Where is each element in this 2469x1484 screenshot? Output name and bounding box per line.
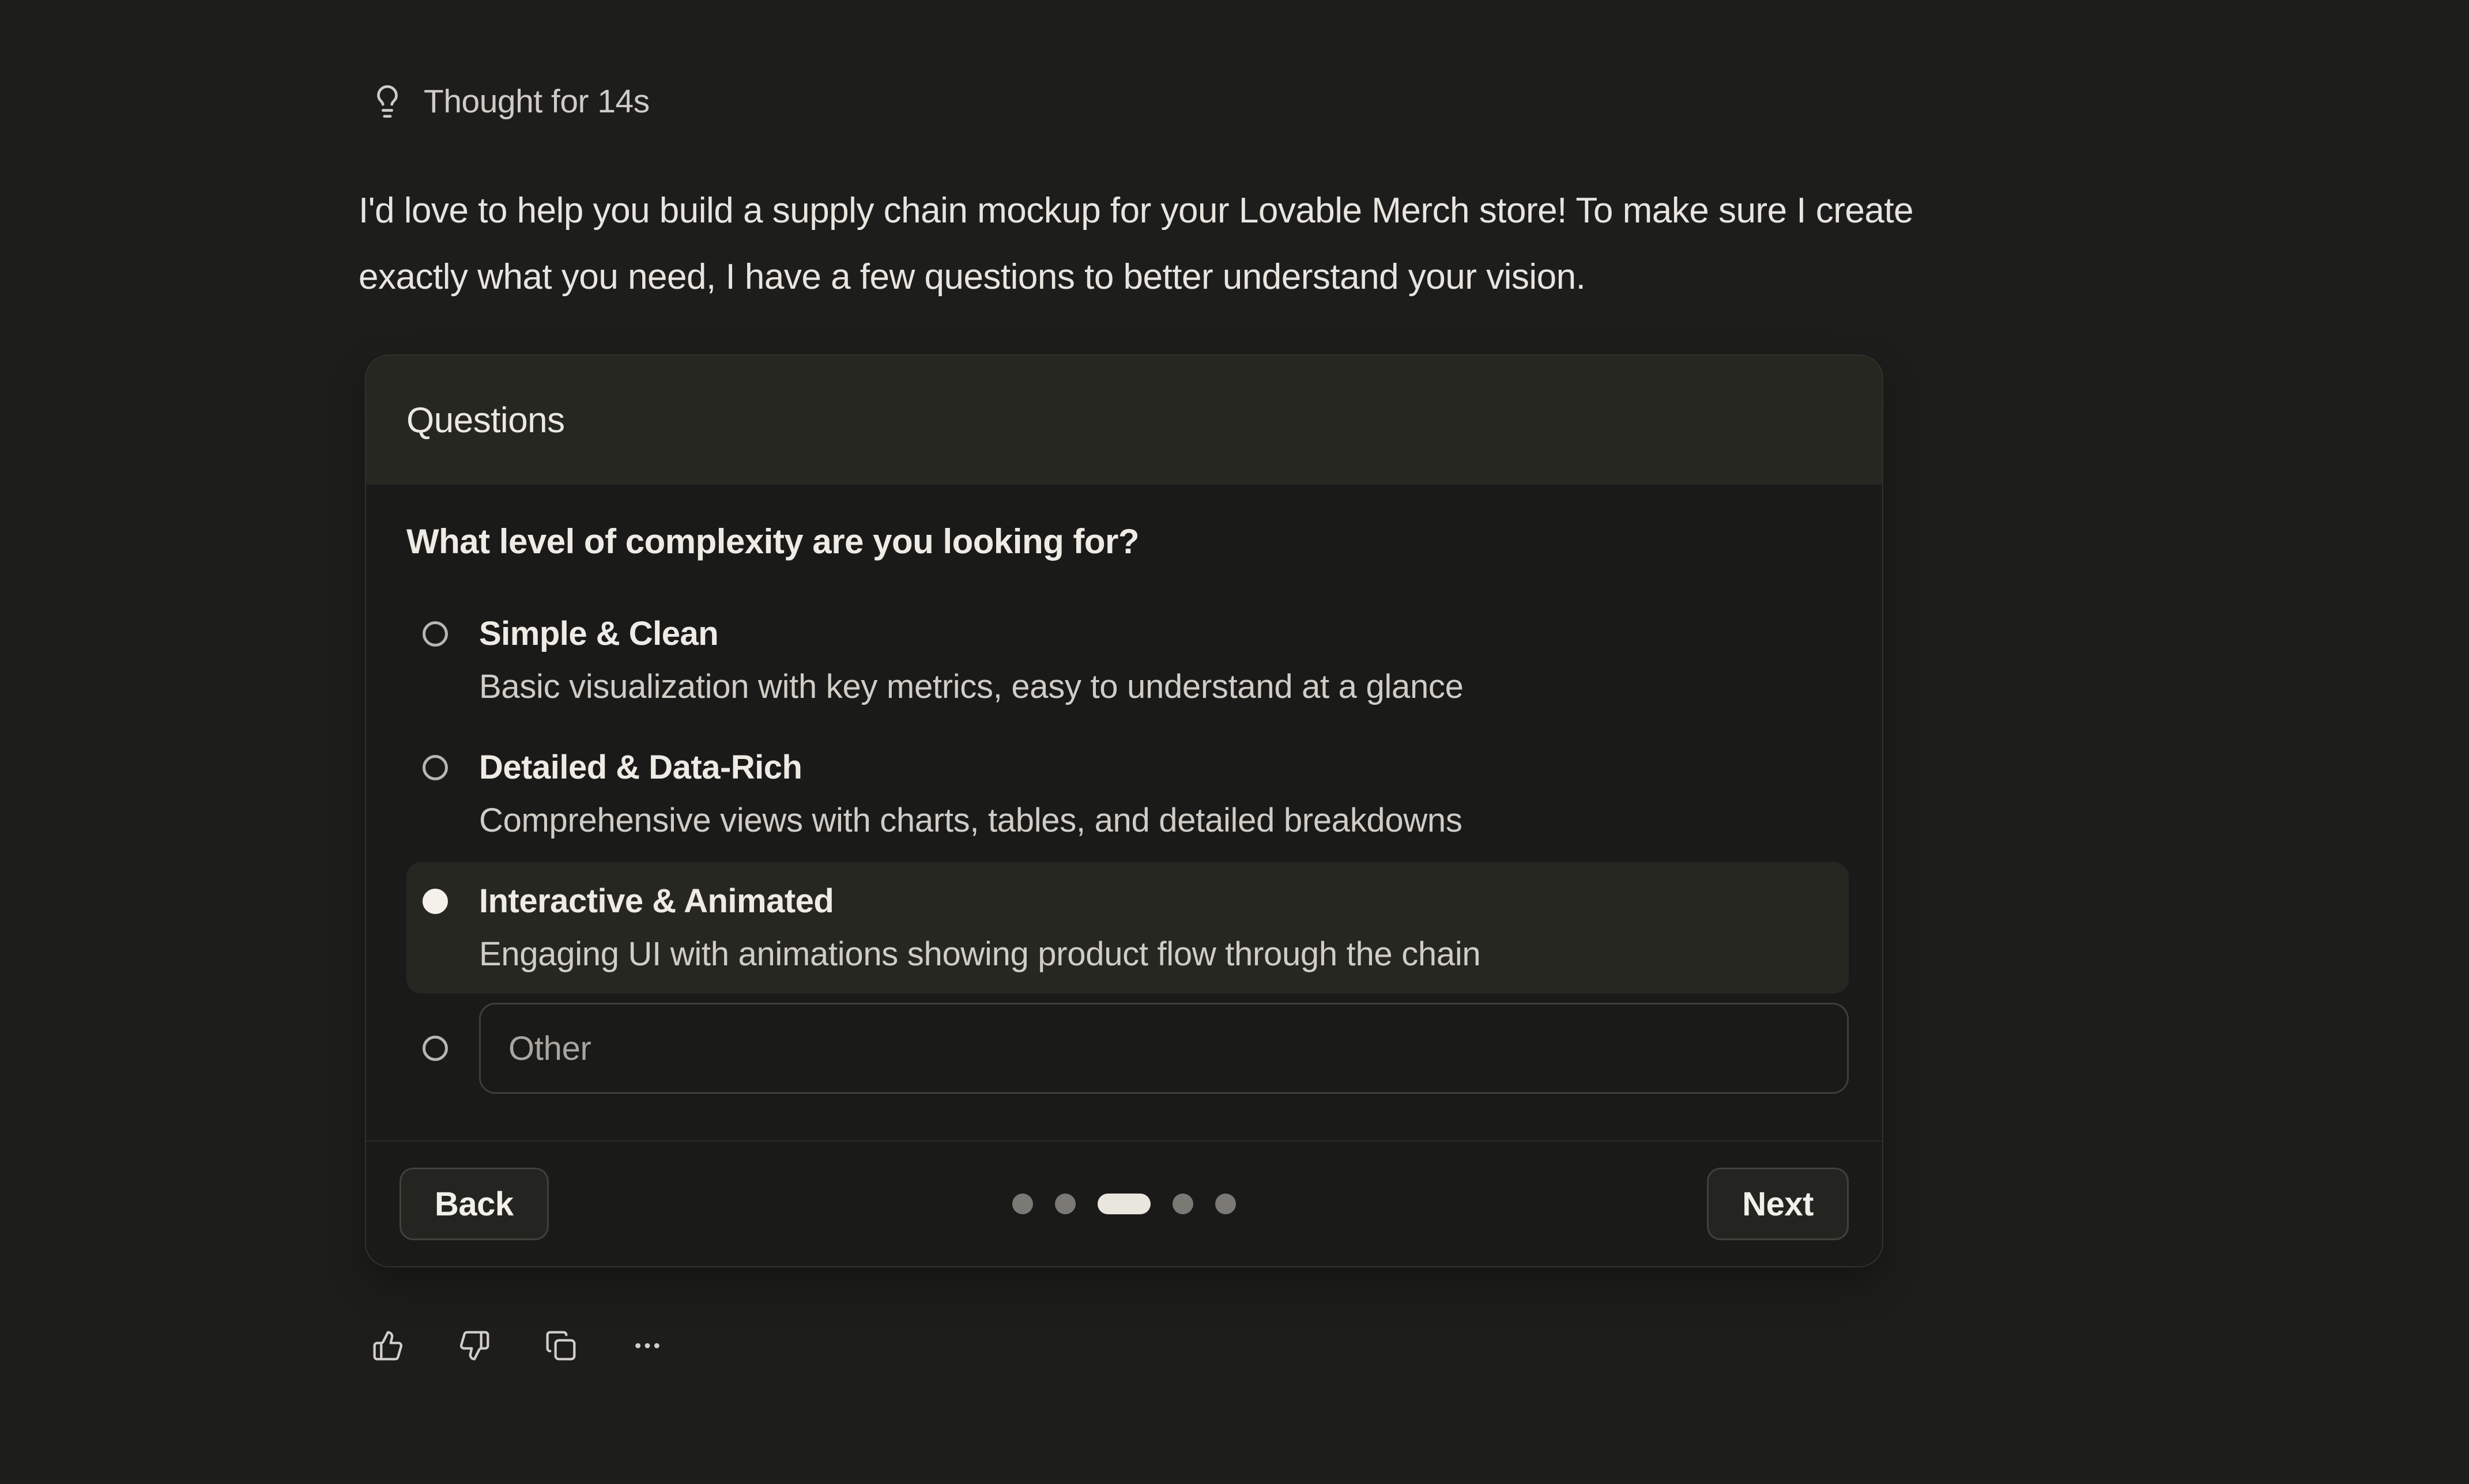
pagination-dot-active bbox=[1098, 1194, 1151, 1214]
next-button[interactable]: Next bbox=[1707, 1168, 1849, 1240]
ellipsis-icon[interactable] bbox=[631, 1330, 664, 1362]
questions-card: Questions What level of complexity are y… bbox=[365, 354, 1883, 1267]
radio-selected-icon[interactable] bbox=[423, 889, 448, 914]
option-simple-clean[interactable]: Simple & Clean Basic visualization with … bbox=[406, 595, 1849, 726]
option-description: Comprehensive views with charts, tables,… bbox=[479, 794, 1462, 847]
pagination-dot bbox=[1012, 1194, 1033, 1214]
options-list: Simple & Clean Basic visualization with … bbox=[406, 595, 1849, 1094]
message-line: I'd love to help you build a supply chai… bbox=[359, 178, 1913, 244]
chat-page: { "colors": { "page_bg": "#1d1d1c", "car… bbox=[0, 0, 2469, 1484]
thought-toggle[interactable]: Thought for 14s bbox=[370, 82, 650, 120]
radio-icon[interactable] bbox=[423, 755, 448, 780]
card-body: What level of complexity are you looking… bbox=[366, 485, 1882, 1094]
option-description: Engaging UI with animations showing prod… bbox=[479, 928, 1480, 981]
pagination-dot bbox=[1215, 1194, 1236, 1214]
option-other[interactable] bbox=[406, 996, 1849, 1094]
option-interactive-animated[interactable]: Interactive & Animated Engaging UI with … bbox=[406, 862, 1849, 994]
pagination-dot bbox=[1173, 1194, 1193, 1214]
assistant-message: I'd love to help you build a supply chai… bbox=[359, 178, 1913, 310]
question-heading: What level of complexity are you looking… bbox=[406, 522, 1849, 561]
other-input[interactable] bbox=[479, 1003, 1849, 1094]
option-title: Detailed & Data-Rich bbox=[479, 741, 1462, 794]
card-footer: Back Next bbox=[366, 1141, 1882, 1266]
pagination-dot bbox=[1055, 1194, 1076, 1214]
option-detailed-data-rich[interactable]: Detailed & Data-Rich Comprehensive views… bbox=[406, 728, 1849, 860]
option-title: Interactive & Animated bbox=[479, 875, 1480, 928]
thumbs-up-icon[interactable] bbox=[372, 1330, 404, 1362]
message-actions bbox=[372, 1330, 664, 1362]
radio-icon[interactable] bbox=[423, 621, 448, 647]
thumbs-down-icon[interactable] bbox=[458, 1330, 491, 1362]
lightbulb-icon bbox=[370, 84, 405, 119]
thought-label: Thought for 14s bbox=[424, 82, 650, 120]
option-description: Basic visualization with key metrics, ea… bbox=[479, 660, 1464, 713]
card-header: Questions bbox=[366, 356, 1882, 485]
message-line: exactly what you need, I have a few ques… bbox=[359, 244, 1913, 310]
card-title: Questions bbox=[406, 400, 565, 441]
radio-icon[interactable] bbox=[423, 1036, 448, 1061]
pagination-dots bbox=[1012, 1194, 1236, 1214]
option-title: Simple & Clean bbox=[479, 607, 1464, 660]
back-button[interactable]: Back bbox=[399, 1168, 549, 1240]
copy-icon[interactable] bbox=[545, 1330, 577, 1362]
